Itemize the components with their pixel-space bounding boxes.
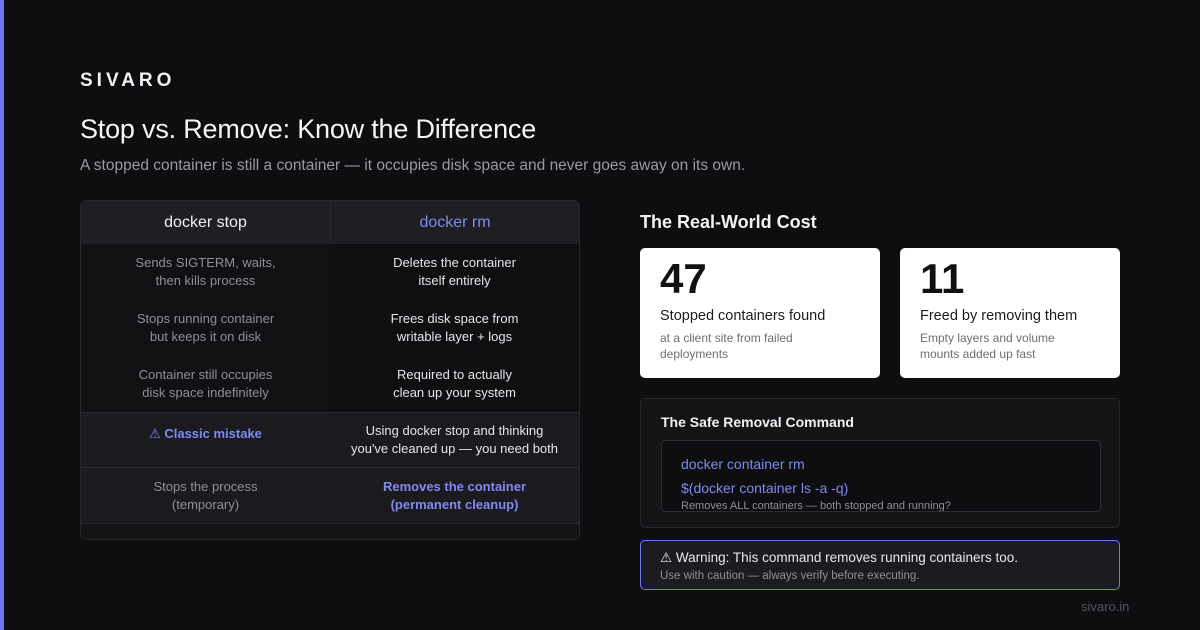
warning-subtext: Use with caution — always verify before … (660, 570, 920, 582)
command-line-2: $(docker container ls -a -q) (681, 480, 849, 496)
page-title: Stop vs. Remove: Know the Difference (80, 114, 537, 144)
brand-logo: SIVARO (80, 70, 176, 91)
stat-label: Stopped containers found (660, 308, 826, 324)
table-row-summary: Stops the process (temporary) Removes th… (81, 468, 579, 524)
cell-stop-summary: Stops the process (temporary) (153, 478, 258, 512)
stat-card-stopped: 47 Stopped containers found at a client … (640, 248, 880, 378)
cell-stop: Sends SIGTERM, waits, then kills process (81, 244, 330, 300)
command-title: The Safe Removal Command (661, 414, 854, 430)
header-docker-rm: docker rm (330, 201, 579, 244)
accent-bar (0, 0, 4, 630)
stat-card-freed: 11 Freed by removing them Empty layers a… (900, 248, 1120, 378)
table-row: Sends SIGTERM, waits, then kills process… (81, 244, 579, 300)
cell-rm-summary: Removes the container (permanent cleanup… (382, 478, 527, 512)
table-row: Container still occupies disk space inde… (81, 356, 579, 412)
cell-rm: Deletes the container itself entirely (330, 244, 579, 300)
cell-rm: Required to actually clean up your syste… (330, 356, 579, 412)
command-code-block[interactable]: docker container rm $(docker container l… (661, 440, 1101, 512)
stat-number: 11 (920, 255, 965, 302)
warning-banner: ⚠ Warning: This command removes running … (640, 540, 1120, 590)
warning-text: ⚠ Warning: This command removes running … (660, 550, 1019, 565)
stat-label: Freed by removing them (920, 308, 1078, 324)
table-row: Stops running container but keeps it on … (81, 300, 579, 356)
stat-description: at a client site from failed deployments (660, 331, 793, 361)
stat-number: 47 (660, 255, 707, 302)
cell-rm: Frees disk space from writable layer + l… (330, 300, 579, 356)
cell-stop: Stops running container but keeps it on … (81, 300, 330, 356)
cell-stop: Container still occupies disk space inde… (81, 356, 330, 412)
command-note: Removes ALL containers — both stopped an… (681, 500, 951, 512)
cell-mistake-explanation: Using docker stop and thinking you've cl… (350, 423, 559, 456)
table-row-mistake: ⚠ Classic mistake Using docker stop and … (81, 412, 579, 468)
cost-section-title: The Real-World Cost (640, 212, 817, 232)
table-header: docker stop docker rm (81, 201, 579, 244)
command-card: The Safe Removal Command docker containe… (640, 398, 1120, 528)
cell-classic-mistake: ⚠ Classic mistake (149, 426, 262, 441)
header-docker-stop: docker stop (164, 213, 247, 231)
command-line-1: docker container rm (681, 456, 805, 472)
page-subtitle: A stopped container is still a container… (80, 157, 746, 174)
comparison-table: docker stop docker rm Sends SIGTERM, wai… (80, 200, 580, 540)
stat-description: Empty layers and volume mounts added up … (920, 331, 1055, 361)
footer-url[interactable]: sivaro.in (1081, 599, 1129, 614)
